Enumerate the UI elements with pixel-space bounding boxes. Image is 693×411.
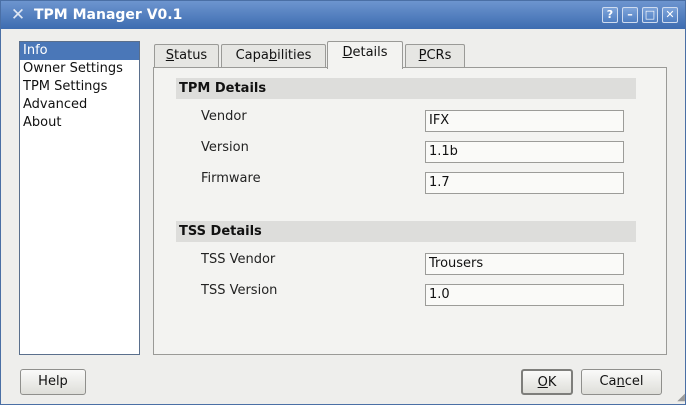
tab-capabilities[interactable]: Capabilities	[221, 44, 326, 68]
vendor-label: Vendor	[201, 109, 247, 124]
close-button[interactable]: ✕	[662, 7, 678, 23]
app-x-icon: ✕	[10, 5, 26, 25]
sidebar-item-owner-settings[interactable]: Owner Settings	[20, 60, 139, 78]
tab-status[interactable]: Status	[154, 44, 219, 68]
tab-pcrs[interactable]: PCRs	[405, 44, 465, 68]
version-label: Version	[201, 140, 249, 155]
details-panel: TPM Details Vendor IFX Version 1.1b Firm…	[153, 67, 667, 355]
tss-version-field[interactable]: 1.0	[425, 284, 624, 306]
ok-button[interactable]: OK	[521, 369, 573, 395]
vendor-field[interactable]: IFX	[425, 110, 624, 132]
cancel-button[interactable]: Cancel	[581, 369, 662, 395]
sidebar-item-advanced[interactable]: Advanced	[20, 96, 139, 114]
tpm-manager-window: ✕ TPM Manager V0.1 ? – □ ✕ Info Owner Se…	[0, 0, 686, 405]
tpm-details-header: TPM Details	[176, 78, 636, 99]
window-title: TPM Manager V0.1	[34, 7, 183, 23]
help-window-button[interactable]: ?	[602, 7, 618, 23]
tss-vendor-label: TSS Vendor	[201, 252, 276, 267]
sidebar-list[interactable]: Info Owner Settings TPM Settings Advance…	[19, 41, 140, 355]
resize-grip-icon[interactable]: ◢	[673, 392, 685, 404]
tss-version-label: TSS Version	[201, 283, 278, 298]
firmware-label: Firmware	[201, 171, 261, 186]
title-bar[interactable]: ✕ TPM Manager V0.1 ? – □ ✕	[1, 1, 685, 29]
maximize-button[interactable]: □	[642, 7, 658, 23]
help-button[interactable]: Help	[20, 369, 86, 395]
minimize-button[interactable]: –	[622, 7, 638, 23]
tss-details-header: TSS Details	[176, 221, 636, 242]
version-field[interactable]: 1.1b	[425, 141, 624, 163]
firmware-field[interactable]: 1.7	[425, 172, 624, 194]
sidebar-item-about[interactable]: About	[20, 114, 139, 132]
tss-vendor-field[interactable]: Trousers	[425, 253, 624, 275]
sidebar-item-info[interactable]: Info	[20, 42, 139, 60]
tab-details[interactable]: Details	[327, 41, 403, 69]
sidebar-item-tpm-settings[interactable]: TPM Settings	[20, 78, 139, 96]
